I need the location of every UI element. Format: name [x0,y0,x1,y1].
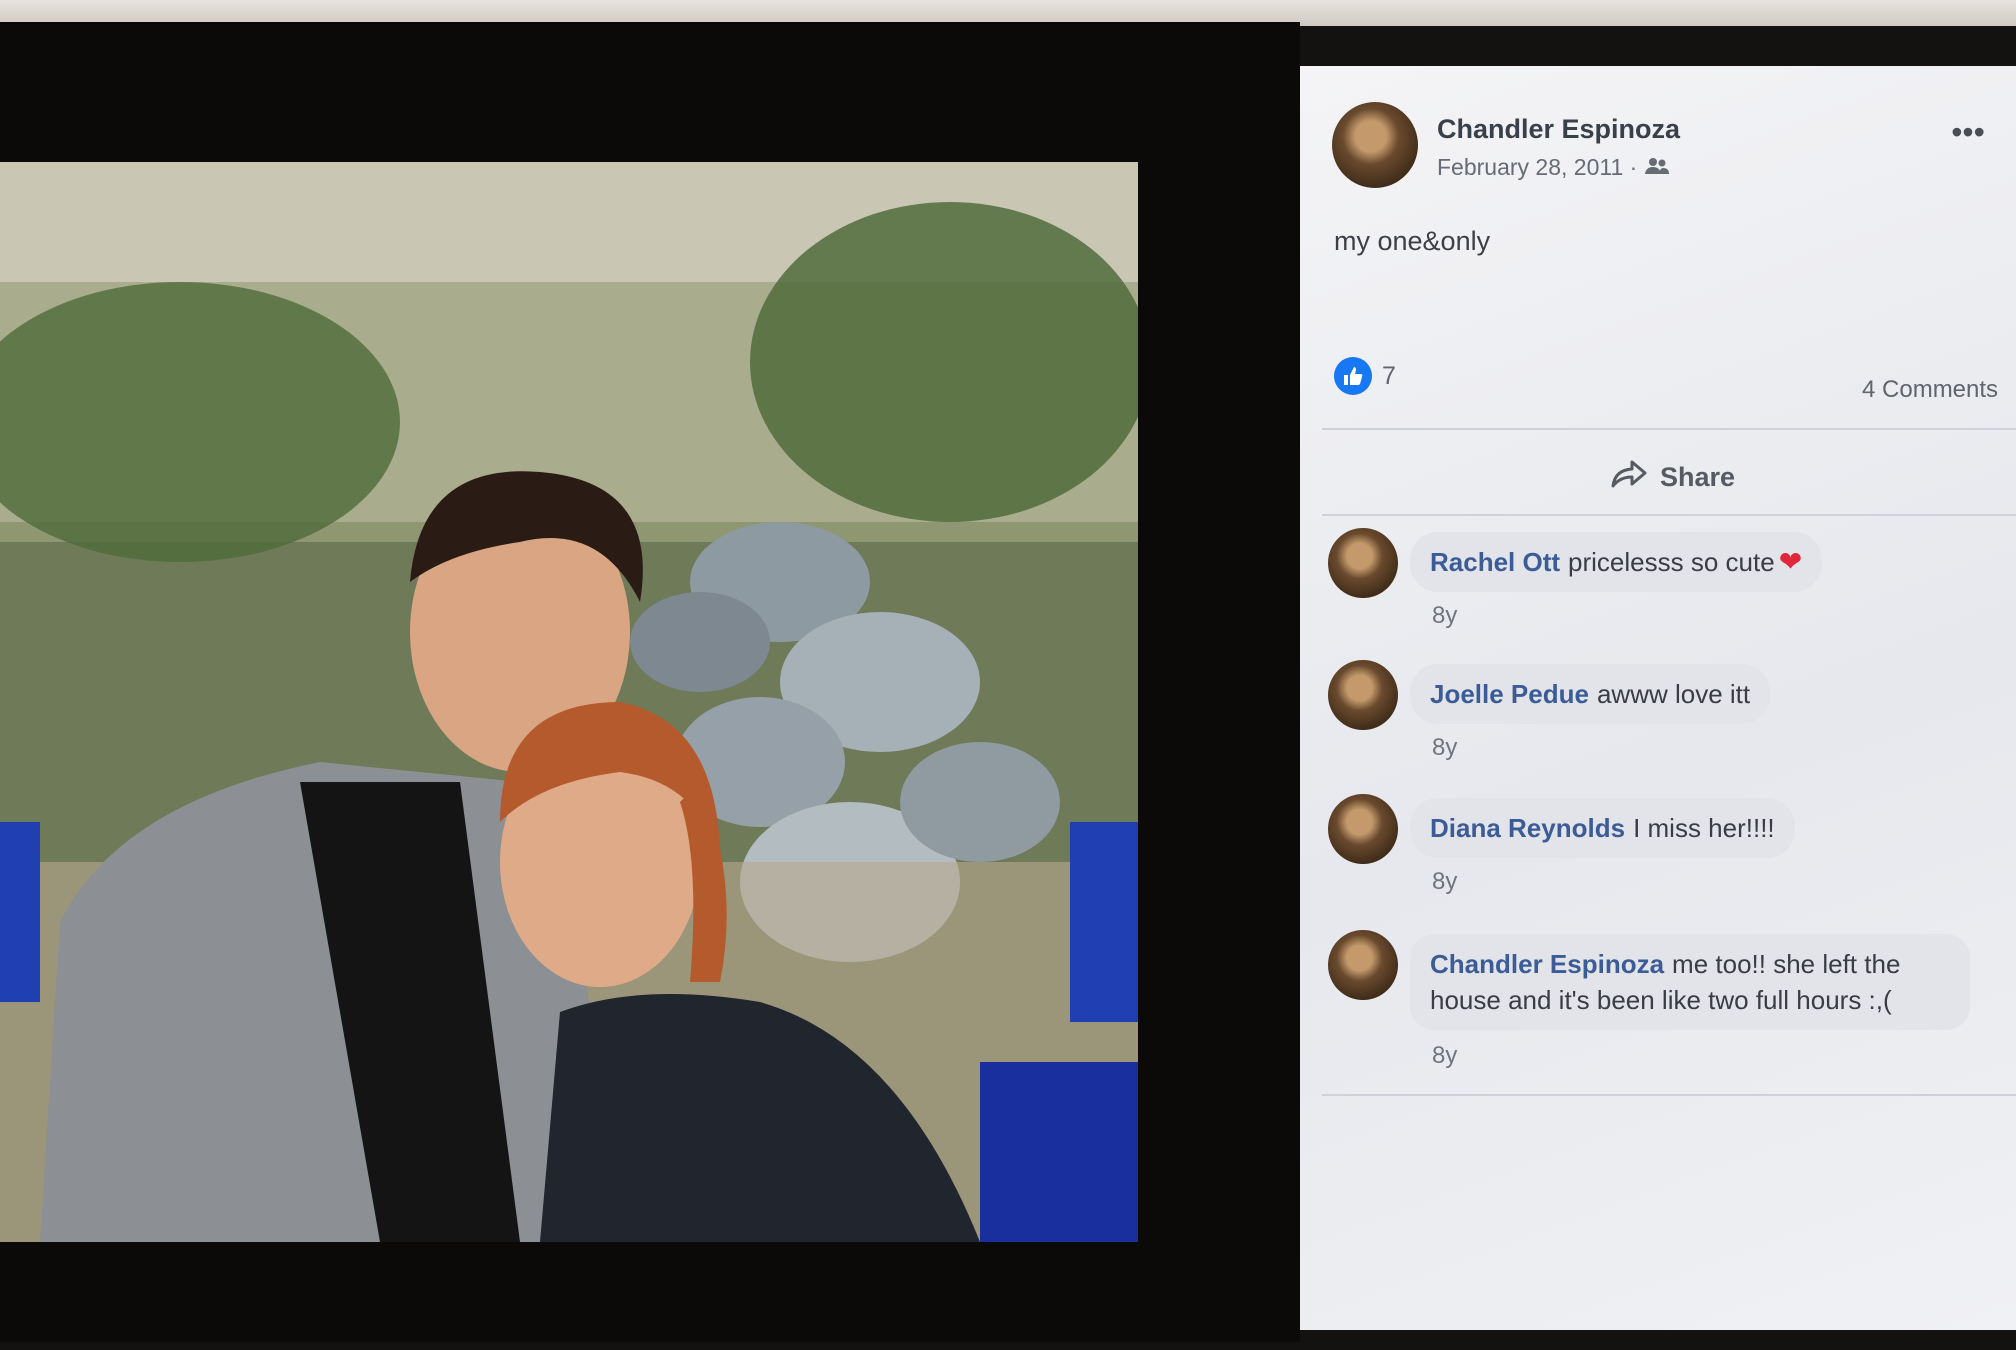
post-date[interactable]: February 28, 2011 · [1437,154,1637,180]
comment-bubble: Diana Reynolds I miss her!!!! [1410,798,1795,858]
comments-count[interactable]: 4 Comments [1862,376,1998,404]
divider [1322,428,2016,430]
commenter-name[interactable]: Joelle Pedue [1430,679,1589,709]
post-sidebar: Chandler Espinoza February 28, 2011 · ••… [1300,66,2016,1330]
comment-time[interactable]: 8y [1432,602,1457,630]
comment-bubble: Rachel Ott pricelesss so cute ❤ [1410,532,1823,592]
share-label: Share [1660,461,1736,492]
commenter-name[interactable]: Diana Reynolds [1430,813,1625,843]
reactions-summary[interactable]: 7 [1334,356,1396,396]
post-text: my one&only [1334,226,1491,256]
author-name[interactable]: Chandler Espinoza [1437,114,1680,145]
comment-time[interactable]: 8y [1432,734,1457,762]
commenter-avatar[interactable] [1328,660,1398,730]
commenter-avatar[interactable] [1328,930,1398,1000]
comment-time[interactable]: 8y [1432,868,1457,896]
comment-bubble: Joelle Pedue awww love itt [1410,664,1771,724]
divider [1322,1094,2016,1096]
friends-icon [1644,157,1670,181]
more-options-icon[interactable]: ••• [1944,116,1992,150]
comment-text: awww love itt [1596,679,1751,709]
like-count: 7 [1382,361,1396,390]
comment-time[interactable]: 8y [1432,1042,1457,1070]
post-meta: February 28, 2011 · [1437,154,1670,181]
comment-bubble: Chandler Espinoza me too!! she left the h… [1410,934,1970,1030]
comment-text: I miss her!!!! [1633,813,1775,843]
photo-viewer [0,22,1300,1342]
divider [1322,514,2016,516]
commenter-avatar[interactable] [1328,528,1398,598]
commenter-avatar[interactable] [1328,794,1398,864]
author-avatar[interactable] [1332,102,1418,188]
share-icon [1610,459,1648,496]
post-header: Chandler Espinoza February 28, 2011 · ••… [1332,102,1992,192]
commenter-name[interactable]: Rachel Ott [1430,547,1560,577]
like-icon [1334,357,1372,395]
commenter-name[interactable]: Chandler Espinoza [1430,949,1664,979]
share-button[interactable]: Share [1610,452,1735,502]
post-photo[interactable] [0,162,1138,1242]
comment-text: pricelesss so cute [1568,547,1775,577]
heart-icon: ❤ [1778,546,1803,577]
